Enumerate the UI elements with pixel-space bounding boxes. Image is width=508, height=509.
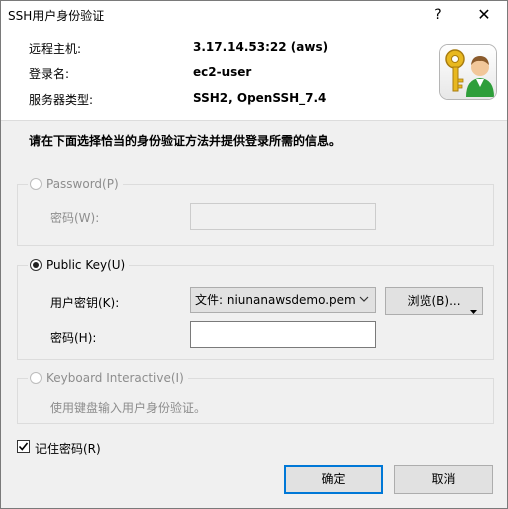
window-title: SSH用户身份验证 <box>8 9 105 23</box>
keyboard-interactive-radio-label: Keyboard Interactive(I) <box>46 371 184 385</box>
remember-password-checkbox[interactable] <box>17 440 30 453</box>
public-key-group: Public Key(U) 用户密钥(K): 文件: niunanawsdemo… <box>17 257 494 360</box>
browse-button-label: 浏览(B)... <box>407 294 461 308</box>
keyboard-interactive-group: Keyboard Interactive(I) 使用键盘输入用户身份验证。 <box>17 370 494 424</box>
user-key-icon <box>439 44 497 100</box>
password-input[interactable] <box>190 203 376 230</box>
ok-button[interactable]: 确定 <box>284 465 383 494</box>
close-button[interactable]: ✕ <box>464 1 504 29</box>
title-bar: SSH用户身份验证 ? ✕ <box>1 1 507 29</box>
password-radio[interactable] <box>30 178 42 190</box>
keyboard-interactive-description: 使用键盘输入用户身份验证。 <box>50 401 207 415</box>
cancel-button[interactable]: 取消 <box>394 465 493 494</box>
server-type-value: SSH2, OpenSSH_7.4 <box>193 91 327 105</box>
passphrase-input[interactable] <box>190 321 376 348</box>
checkmark-icon <box>18 442 29 451</box>
ok-button-label: 确定 <box>321 472 346 486</box>
user-key-label: 用户密钥(K): <box>50 296 120 310</box>
public-key-radio-label: Public Key(U) <box>46 258 126 272</box>
public-key-radio-option[interactable]: Public Key(U) <box>28 257 130 273</box>
connection-info-panel: 远程主机: 3.17.14.53:22 (aws) 登录名: ec2-user … <box>1 29 507 121</box>
login-name-label: 登录名: <box>29 67 70 81</box>
browse-button[interactable]: 浏览(B)... <box>385 287 483 315</box>
password-group: Password(P) 密码(W): <box>17 176 494 246</box>
login-name-value: ec2-user <box>193 65 252 79</box>
user-key-select[interactable]: 文件: niunanawsdemo.pem <box>190 287 376 313</box>
instruction-text: 请在下面选择恰当的身份验证方法并提供登录所需的信息。 <box>29 134 342 148</box>
keyboard-interactive-radio[interactable] <box>30 372 42 384</box>
server-type-label: 服务器类型: <box>29 93 94 107</box>
remote-host-value: 3.17.14.53:22 (aws) <box>193 40 329 54</box>
help-button[interactable]: ? <box>421 1 455 29</box>
password-field-label: 密码(W): <box>50 211 100 225</box>
chevron-down-icon <box>359 288 369 312</box>
public-key-radio[interactable] <box>30 259 42 271</box>
keyboard-interactive-radio-option[interactable]: Keyboard Interactive(I) <box>28 370 188 386</box>
remote-host-label: 远程主机: <box>29 42 82 56</box>
ssh-auth-dialog: SSH用户身份验证 ? ✕ 远程主机: 3.17.14.53:22 (aws) … <box>0 0 508 509</box>
cancel-button-label: 取消 <box>431 472 456 486</box>
password-radio-option[interactable]: Password(P) <box>28 176 123 192</box>
user-key-select-value: 文件: niunanawsdemo.pem <box>195 293 356 307</box>
remember-password-label[interactable]: 记住密码(R) <box>35 440 101 457</box>
password-radio-label: Password(P) <box>46 177 119 191</box>
passphrase-label: 密码(H): <box>50 331 97 345</box>
dropdown-arrow-icon <box>470 298 477 324</box>
radio-selected-dot <box>33 262 39 268</box>
